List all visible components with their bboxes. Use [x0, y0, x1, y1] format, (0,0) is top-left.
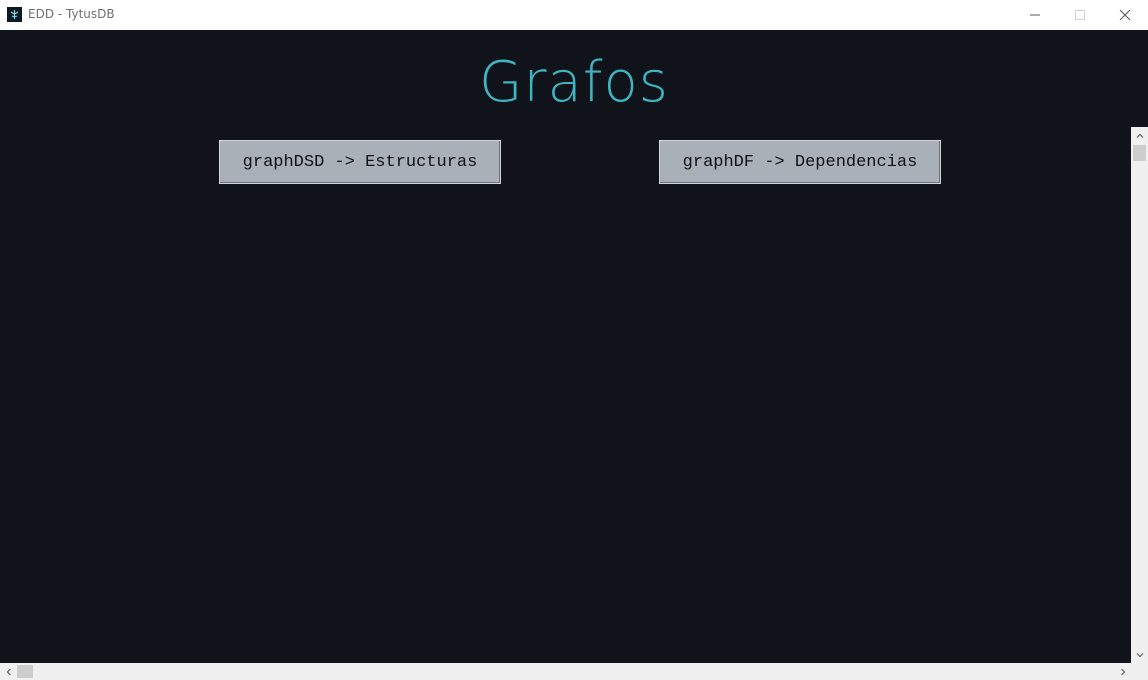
app-logo-icon	[7, 7, 22, 22]
main-content: Grafos graphDSD -> Estructuras graphDF -…	[0, 30, 1131, 663]
horizontal-scrollbar[interactable]	[0, 663, 1131, 680]
scrollbar-corner	[1131, 663, 1148, 680]
minimize-button[interactable]	[1012, 0, 1058, 30]
chevron-down-icon	[1136, 652, 1143, 657]
horizontal-scroll-thumb[interactable]	[17, 665, 33, 678]
scroll-up-button[interactable]	[1131, 127, 1148, 144]
maximize-button[interactable]	[1057, 0, 1103, 30]
chevron-up-icon	[1136, 133, 1143, 138]
window-title: EDD - TytusDB	[28, 7, 115, 21]
graph-df-button[interactable]: graphDF -> Dependencias	[659, 140, 941, 184]
close-icon	[1119, 9, 1131, 21]
vertical-scroll-thumb[interactable]	[1133, 145, 1146, 161]
graph-dsd-button[interactable]: graphDSD -> Estructuras	[219, 140, 501, 184]
close-button[interactable]	[1102, 0, 1148, 30]
scroll-down-button[interactable]	[1131, 646, 1148, 663]
scroll-right-button[interactable]	[1114, 663, 1131, 680]
page-title: Grafos	[479, 50, 669, 115]
minimize-icon	[1030, 14, 1040, 16]
vertical-scrollbar[interactable]	[1131, 127, 1148, 663]
chevron-right-icon	[1120, 668, 1125, 675]
maximize-icon	[1075, 10, 1085, 20]
scroll-left-button[interactable]	[0, 663, 17, 680]
chevron-left-icon	[6, 668, 11, 675]
title-bar: EDD - TytusDB	[0, 0, 1148, 30]
